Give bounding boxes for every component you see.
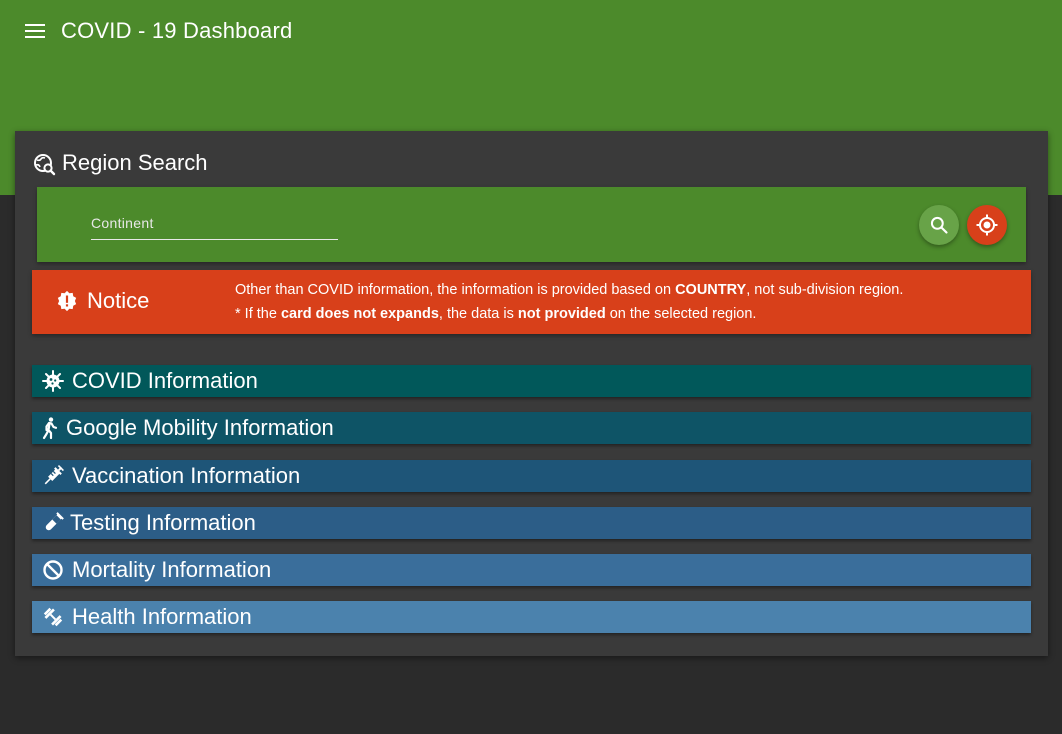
notice-emphasis: COUNTRY — [675, 282, 747, 298]
section-health-information[interactable]: Health Information — [32, 601, 1031, 633]
search-icon — [930, 216, 948, 234]
app-title: COVID - 19 Dashboard — [61, 18, 293, 43]
section-label: Mortality Information — [72, 557, 272, 582]
notice-banner: Notice Other than COVID information, the… — [32, 270, 1031, 334]
notice-emphasis: card does not expands — [280, 306, 439, 322]
test-tube-icon — [45, 512, 64, 531]
region-card: Region Search Continent Notice Other tha… — [15, 131, 1048, 656]
section-google-mobility-information[interactable]: Google Mobility Information — [32, 412, 1031, 444]
section-testing-information[interactable]: Testing Information — [32, 507, 1031, 539]
travel-explore-icon — [34, 154, 56, 176]
section-label: Testing Information — [70, 510, 256, 535]
walk-icon — [42, 417, 58, 440]
notice-text-part: on the selected region. — [605, 306, 757, 322]
continent-input[interactable] — [91, 209, 338, 231]
section-label: Google Mobility Information — [66, 415, 334, 440]
region-search-label: Region Search — [62, 149, 208, 175]
notice-title: Notice — [87, 288, 150, 313]
block-icon — [43, 560, 63, 580]
locate-button[interactable] — [967, 205, 1007, 245]
notice-emphasis: not provided — [517, 306, 606, 322]
search-panel — [37, 187, 1026, 262]
search-button[interactable] — [919, 205, 959, 245]
notice-text-part: , not sub-division region. — [746, 282, 904, 298]
section-label: Health Information — [72, 604, 252, 629]
continent-field[interactable] — [91, 209, 338, 240]
notice-line-2: * If the card does not expands, the data… — [235, 302, 903, 326]
coronavirus-icon — [42, 370, 64, 392]
region-search-title: Region Search — [33, 149, 208, 176]
new-releases-icon — [57, 290, 77, 312]
notice-text-part: , the data is — [438, 306, 518, 322]
vaccine-icon — [44, 465, 64, 485]
notice-text: Other than COVID information, the inform… — [235, 278, 903, 326]
section-label: COVID Information — [72, 368, 258, 393]
notice-text-part: * If the — [235, 306, 281, 322]
section-vaccination-information[interactable]: Vaccination Information — [32, 460, 1031, 492]
menu-icon[interactable] — [24, 20, 46, 42]
section-label: Vaccination Information — [72, 463, 301, 488]
section-mortality-information[interactable]: Mortality Information — [32, 554, 1031, 586]
notice-heading: Notice — [56, 288, 149, 314]
fitness-icon — [43, 607, 63, 627]
toolbar: COVID - 19 Dashboard — [0, 0, 1062, 62]
notice-text-part: Other than COVID information, the inform… — [235, 282, 676, 298]
notice-line-1: Other than COVID information, the inform… — [235, 278, 903, 302]
section-covid-information[interactable]: COVID Information — [32, 365, 1031, 397]
my-location-icon — [976, 214, 998, 236]
